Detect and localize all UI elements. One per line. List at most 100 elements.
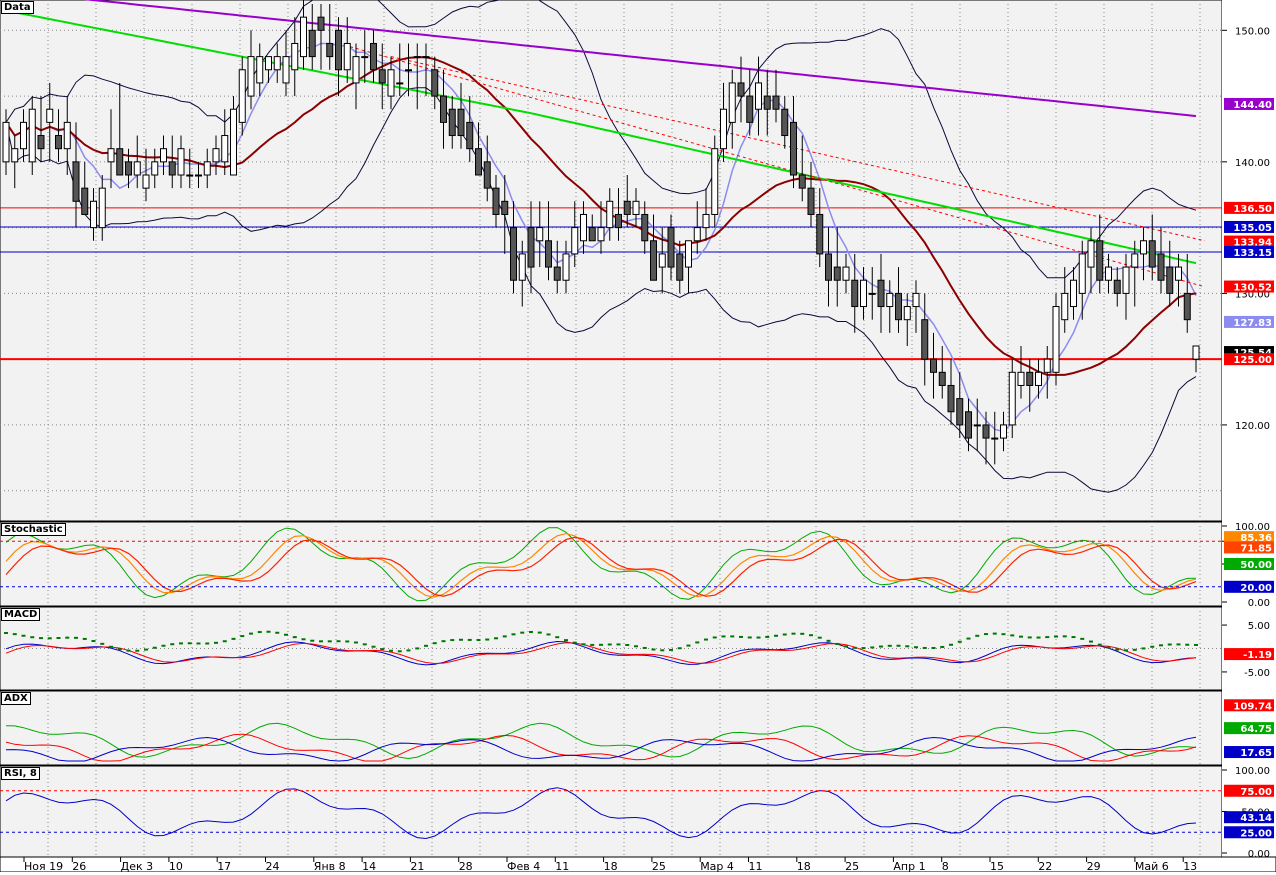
candle-body (230, 108, 237, 176)
candle-body (413, 56, 421, 59)
candle-body (886, 292, 894, 308)
candle-body (991, 437, 999, 440)
x-tick-label: 14 (362, 860, 376, 872)
candle-body (930, 358, 937, 373)
candle-body (536, 227, 544, 242)
trading-chart: 120.00 130.00 140.00 150.00 144.40 136.50 135.… (0, 0, 1276, 873)
candle-body (1061, 292, 1069, 321)
candle-body (396, 82, 404, 85)
candle-body (20, 121, 27, 150)
candle-body (11, 148, 19, 163)
candle-body (335, 29, 342, 71)
candle-body (790, 121, 797, 176)
candle-body (203, 161, 211, 176)
level-label: 136.50 (1233, 204, 1272, 215)
x-tick-label: 18 (797, 860, 811, 872)
x-axis (0, 856, 1276, 873)
panel-title-adx: ADX (1, 692, 31, 705)
candle-body (597, 227, 605, 242)
candle-body (676, 253, 684, 281)
candle-body (510, 227, 517, 281)
candle-body (370, 42, 377, 71)
candle-body (938, 371, 946, 386)
candle-body (702, 213, 710, 229)
candle-body (1157, 253, 1165, 281)
candle-body (352, 56, 360, 84)
candle-body (98, 187, 106, 229)
candle-body (825, 253, 832, 281)
candle-body (212, 148, 220, 163)
candle-body (658, 253, 666, 268)
candle-body (72, 161, 80, 202)
candle-body (711, 148, 719, 215)
panel-title-stochastic: Stochastic (1, 523, 66, 536)
candle-body (440, 95, 447, 123)
panel-2 (0, 606, 1223, 691)
candle-body (746, 95, 754, 123)
candle-body (300, 16, 307, 58)
candle-body (623, 200, 631, 215)
value-label: 25.00 (1240, 828, 1272, 839)
candle-body (553, 266, 561, 281)
candle-body (195, 174, 202, 177)
candle-body (247, 56, 255, 97)
candle-body (807, 187, 815, 215)
x-tick-label: Янв 8 (314, 860, 346, 872)
candle-body (1148, 240, 1156, 268)
x-tick-label: Апр 1 (893, 860, 925, 872)
level-label: 135.05 (1233, 223, 1272, 234)
candle-body (466, 121, 474, 150)
y-tick-label: 0.00 (1248, 849, 1270, 860)
candle-body (422, 56, 430, 59)
panel-3 (0, 690, 1223, 766)
candle-body (1070, 279, 1077, 308)
x-tick-label: 18 (604, 860, 618, 872)
candle-body (1008, 371, 1016, 426)
candle-body (46, 108, 54, 123)
panel-title-rsi: RSI, 8 (1, 767, 40, 780)
candle-body (851, 279, 859, 308)
x-tick-label: 11 (555, 860, 569, 872)
candle-body (343, 42, 351, 71)
value-label: 71.85 (1240, 543, 1272, 554)
candle-body (2, 121, 10, 163)
candle-body (965, 411, 972, 439)
panel-1 (0, 521, 1223, 607)
level-label: 133.15 (1233, 248, 1272, 259)
candle-body (921, 319, 929, 360)
candle-body (868, 292, 876, 295)
candle-body (55, 135, 62, 150)
candle-body (781, 108, 789, 137)
chart-canvas: 120.00130.00140.00150.00144.40136.50135.… (0, 0, 1276, 873)
candle-body (90, 200, 97, 229)
candle-body (256, 56, 264, 84)
candle-body (895, 292, 902, 321)
candle-body (1052, 306, 1060, 373)
candle-body (763, 95, 771, 110)
candle-body (186, 174, 194, 177)
candle-body (125, 161, 132, 176)
candle-body (685, 240, 692, 268)
y-tick-label: 5.00 (1248, 621, 1270, 632)
candle-body (457, 108, 465, 137)
x-tick-label: 17 (217, 860, 231, 872)
x-tick-label: 10 (169, 860, 183, 872)
candle-body (63, 121, 71, 150)
candle-body (877, 279, 885, 308)
x-tick-label: 22 (1038, 860, 1052, 872)
x-tick-label: Фев 4 (507, 860, 540, 872)
x-tick-label: 21 (410, 860, 424, 872)
x-tick-label: 25 (652, 860, 666, 872)
candle-body (378, 69, 386, 84)
candle-body (361, 56, 369, 59)
x-tick-label: 29 (1087, 860, 1101, 872)
candle-body (475, 148, 482, 176)
candle-body (973, 424, 981, 427)
value-label: 43.14 (1240, 813, 1272, 824)
candle-body (265, 56, 272, 71)
x-tick-label: Ноя 19 (24, 860, 63, 872)
candle-body (308, 29, 316, 58)
candle-body (1140, 240, 1147, 255)
candle-body (588, 227, 596, 242)
candle-body (160, 148, 167, 163)
